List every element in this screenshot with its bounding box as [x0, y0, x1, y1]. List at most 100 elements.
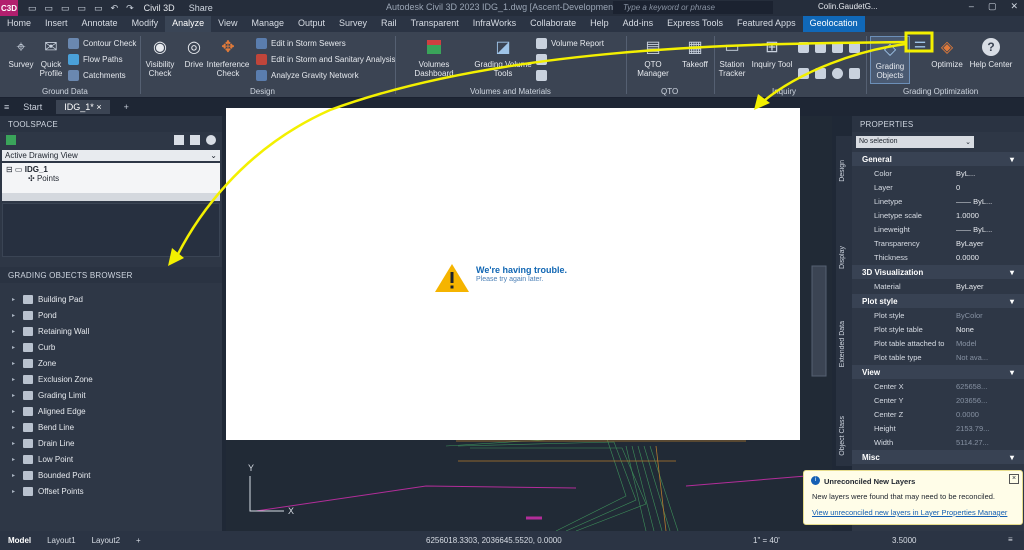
expand-icon[interactable]: ▸	[12, 392, 18, 399]
list-icon[interactable]	[849, 42, 860, 53]
collapse-icon[interactable]: ▾	[1010, 368, 1014, 377]
grading-browser-toggle[interactable]: ☰	[908, 36, 932, 60]
station-tracker-button[interactable]: ▭ Station Tracker	[716, 36, 748, 78]
new-icon[interactable]: ▭	[28, 3, 37, 14]
collapse-icon[interactable]: ▾	[1010, 268, 1014, 277]
grading-item-exclusion-zone[interactable]: ▸ Exclusion Zone	[12, 371, 222, 387]
volume-report-button[interactable]: Volume Report	[536, 38, 604, 49]
property-value[interactable]: 2153.79...	[956, 424, 989, 433]
survey-button[interactable]: ⌖ Survey	[6, 36, 36, 69]
grading-item-bend-line[interactable]: ▸ Bend Line	[12, 419, 222, 435]
property-row[interactable]: Plot style table None	[852, 322, 1024, 336]
annotation-scale[interactable]: 1" = 40'	[753, 536, 780, 545]
property-value[interactable]: 625658...	[956, 382, 987, 391]
quick-profile-button[interactable]: ✉ Quick Profile	[36, 36, 66, 78]
open-icon[interactable]: ▭	[45, 3, 54, 14]
property-row[interactable]: Plot style ByColor	[852, 308, 1024, 322]
property-row[interactable]: Lineweight —— ByL...	[852, 222, 1024, 236]
property-section-header[interactable]: Plot style ▾	[852, 294, 1024, 308]
drive-button[interactable]: ◎ Drive	[180, 36, 208, 69]
tab-survey[interactable]: Survey	[332, 16, 374, 32]
edit-storm-sewers-button[interactable]: Edit in Storm Sewers	[256, 38, 346, 49]
panel-title-design[interactable]: Design	[250, 87, 275, 96]
property-row[interactable]: Width 5114.27...	[852, 435, 1024, 449]
expand-icon[interactable]: ▸	[12, 456, 18, 463]
qto-manager-button[interactable]: ▤ QTO Manager	[628, 36, 678, 78]
save-icon[interactable]: ▭	[61, 3, 70, 14]
property-value[interactable]: Model	[956, 339, 976, 348]
tab-add-ins[interactable]: Add-ins	[616, 16, 661, 32]
time-icon[interactable]	[832, 68, 843, 79]
property-value[interactable]: —— ByL...	[956, 225, 992, 234]
expand-icon[interactable]: ▸	[12, 440, 18, 447]
property-value[interactable]: ByLayer	[956, 239, 984, 248]
print-icon[interactable]: ▭	[94, 3, 103, 14]
property-section-header[interactable]: Misc ▾	[852, 450, 1024, 464]
panel-title-inquiry[interactable]: Inquiry	[772, 87, 796, 96]
grading-item-bounded-point[interactable]: ▸ Bounded Point	[12, 467, 222, 483]
property-value[interactable]: ByL...	[956, 169, 975, 178]
collapse-icon[interactable]: ▾	[1010, 155, 1014, 164]
app-logo[interactable]: C3D	[0, 0, 18, 16]
share-button[interactable]: Share	[189, 3, 213, 13]
tab-model[interactable]: Model	[0, 536, 39, 545]
help-center-button[interactable]: ? Help Center	[968, 36, 1014, 69]
tree-item-root[interactable]: ⊟ ▭ IDG_1	[6, 165, 216, 174]
expand-icon[interactable]: ▸	[12, 360, 18, 367]
calculator-icon[interactable]	[849, 68, 860, 79]
tab-output[interactable]: Output	[291, 16, 332, 32]
tab-start[interactable]: Start	[15, 100, 50, 114]
id-point-icon[interactable]	[798, 68, 809, 79]
tab-transparent[interactable]: Transparent	[404, 16, 466, 32]
contour-check-button[interactable]: Contour Check	[68, 38, 136, 49]
property-row[interactable]: Plot table attached to Model	[852, 336, 1024, 350]
angle-icon[interactable]	[815, 42, 826, 53]
expand-icon[interactable]: ▸	[12, 472, 18, 479]
expand-icon[interactable]: ▸	[12, 312, 18, 319]
new-tab-icon[interactable]: +	[116, 100, 137, 114]
flow-paths-button[interactable]: Flow Paths	[68, 54, 123, 65]
grading-item-zone[interactable]: ▸ Zone	[12, 355, 222, 371]
tab-insert[interactable]: Insert	[38, 16, 75, 32]
property-section-header[interactable]: 3D Visualization ▾	[852, 265, 1024, 279]
property-row[interactable]: Height 2153.79...	[852, 421, 1024, 435]
toolspace-survey-icon[interactable]	[190, 135, 200, 145]
zoom-readout[interactable]: 3.5000	[892, 536, 916, 545]
expand-icon[interactable]: ▸	[12, 488, 18, 495]
tab-layout2[interactable]: Layout2	[84, 536, 128, 545]
tab-view[interactable]: View	[211, 16, 244, 32]
property-value[interactable]: 0	[956, 183, 960, 192]
grading-item-curb[interactable]: ▸ Curb	[12, 339, 222, 355]
grading-item-grading-limit[interactable]: ▸ Grading Limit	[12, 387, 222, 403]
inquiry-tool-button[interactable]: ⊞ Inquiry Tool	[750, 36, 794, 69]
property-row[interactable]: Center X 625658...	[852, 379, 1024, 393]
side-tab-object-class[interactable]: Object Class	[839, 416, 846, 456]
volumes-dashboard-button[interactable]: Volumes Dashboard	[398, 36, 470, 78]
takeoff-button[interactable]: ▦ Takeoff	[680, 36, 710, 69]
user-menu[interactable]: Colin.GaudetG...	[818, 2, 878, 11]
grading-item-aligned-edge[interactable]: ▸ Aligned Edge	[12, 403, 222, 419]
tab-modify[interactable]: Modify	[125, 16, 166, 32]
property-row[interactable]: Material ByLayer	[852, 279, 1024, 293]
close-icon[interactable]: ×	[1009, 474, 1019, 484]
redo-icon[interactable]: ↷	[126, 3, 134, 14]
toolspace-help-icon[interactable]	[206, 135, 216, 145]
grading-item-drain-line[interactable]: ▸ Drain Line	[12, 435, 222, 451]
expand-icon[interactable]: ▸	[12, 344, 18, 351]
view-dropdown[interactable]: Active Drawing View ⌄	[2, 150, 220, 161]
side-tab-design[interactable]: Design	[839, 160, 846, 182]
collapse-icon[interactable]: ▾	[1010, 297, 1014, 306]
workspace-switcher[interactable]: Civil 3D	[144, 3, 175, 13]
expand-icon[interactable]: ▸	[12, 424, 18, 431]
property-section-header[interactable]: View ▾	[852, 365, 1024, 379]
property-value[interactable]: 1.0000	[956, 211, 979, 220]
tab-geolocation[interactable]: Geolocation	[802, 16, 865, 32]
collapse-icon[interactable]: ▾	[1010, 453, 1014, 462]
maximize-icon[interactable]: ▢	[988, 1, 997, 12]
undo-icon[interactable]: ↶	[111, 3, 119, 14]
tab-rail[interactable]: Rail	[374, 16, 404, 32]
tab-home[interactable]: Home	[0, 16, 38, 32]
tab-annotate[interactable]: Annotate	[75, 16, 125, 32]
property-row[interactable]: Thickness 0.0000	[852, 250, 1024, 264]
notification-link[interactable]: View unreconciled new layers in Layer Pr…	[812, 508, 1007, 517]
